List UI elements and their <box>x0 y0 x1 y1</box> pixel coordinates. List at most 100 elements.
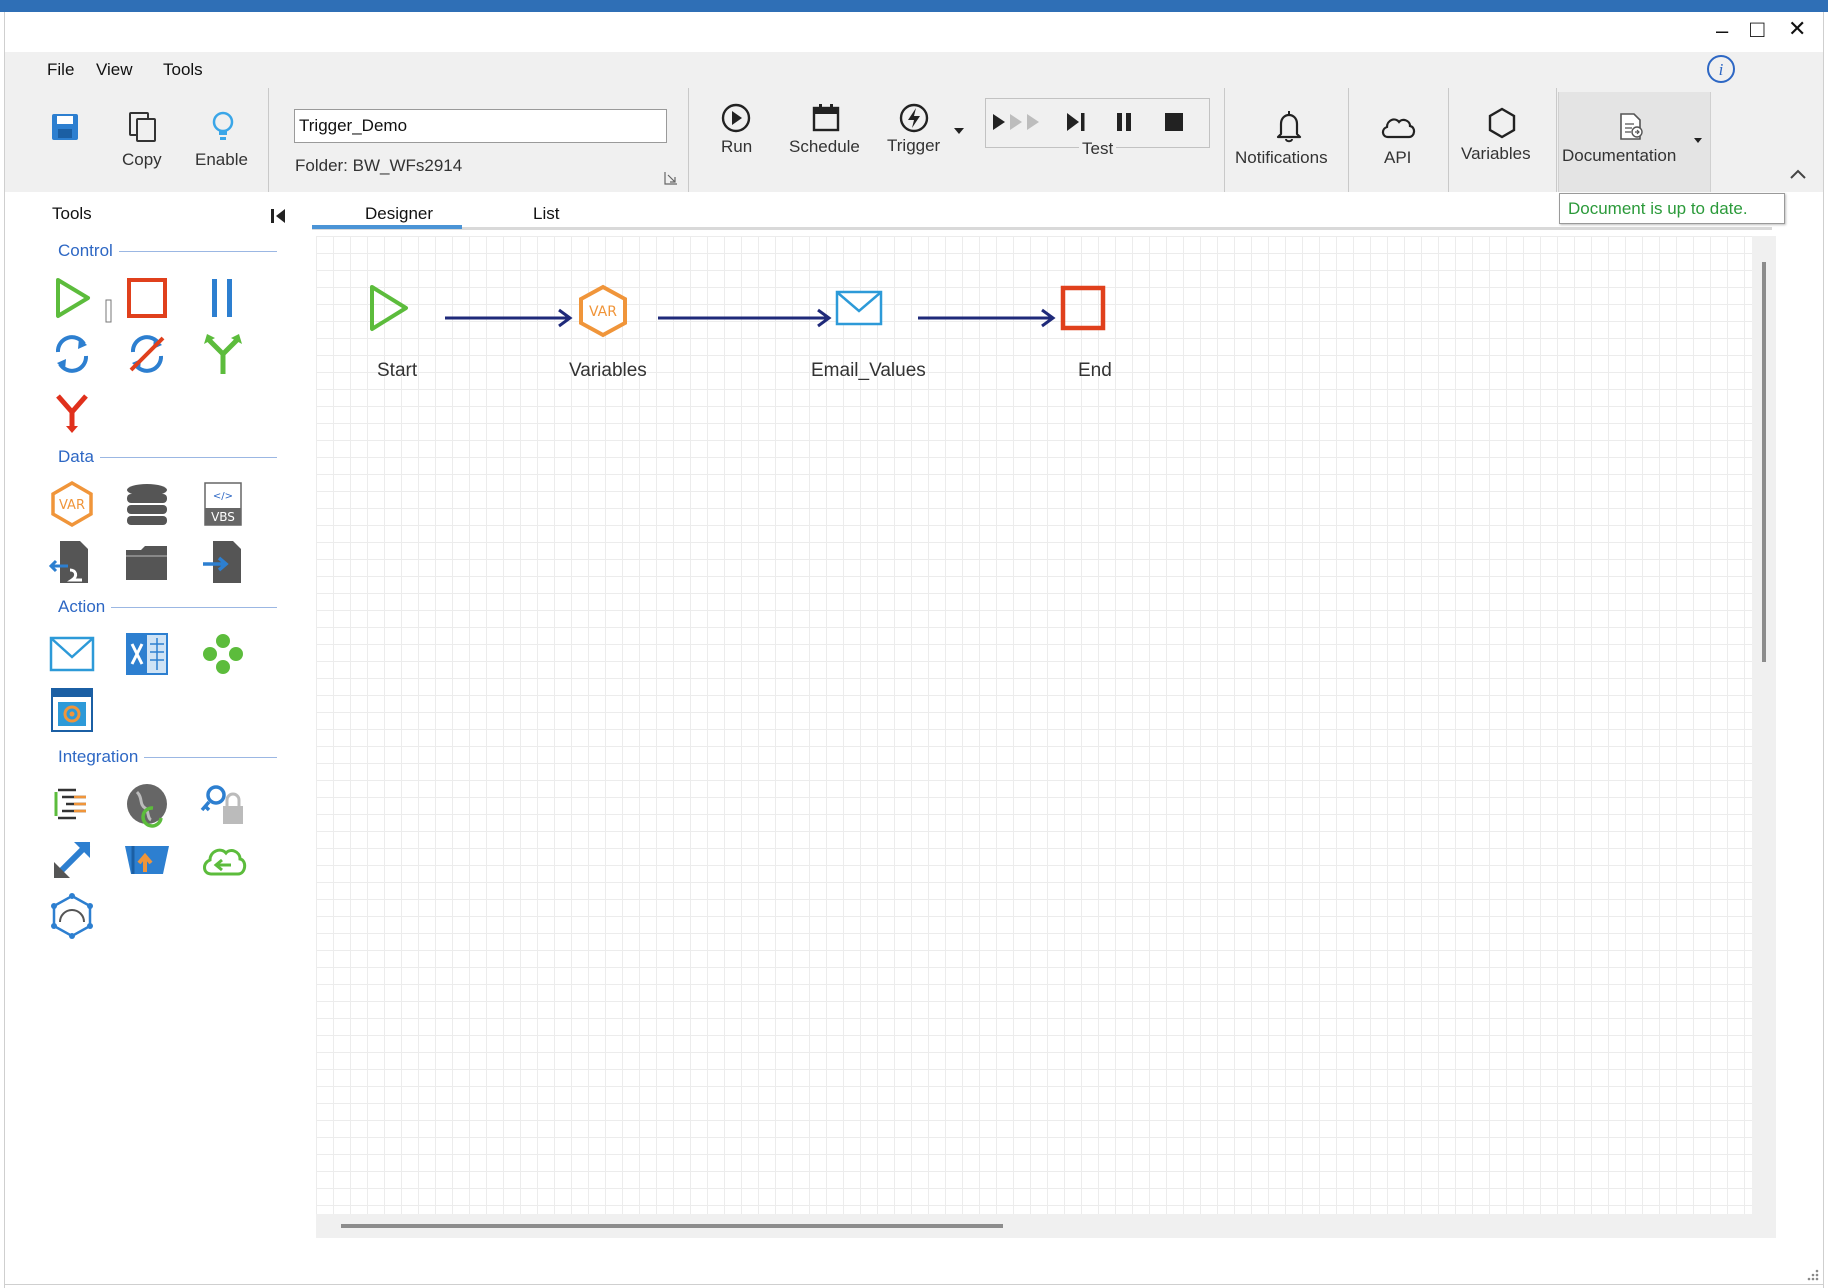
title-bar <box>0 0 1828 12</box>
notifications-button[interactable]: Notifications <box>1235 148 1328 168</box>
section-integration-label: Integration <box>58 747 145 767</box>
collapse-ribbon-icon[interactable] <box>1788 166 1808 182</box>
merge-tool-icon[interactable] <box>48 386 96 434</box>
minimize-button[interactable]: – <box>1716 18 1728 44</box>
folder-tool-icon[interactable] <box>123 538 171 586</box>
horizontal-scroll-thumb[interactable] <box>341 1224 1003 1228</box>
svg-text:VAR: VAR <box>589 304 617 320</box>
chevron-down-icon[interactable] <box>952 126 966 136</box>
chevron-down-icon[interactable] <box>1692 136 1704 146</box>
toolbar-separator <box>1556 88 1557 192</box>
lightning-icon[interactable] <box>898 102 930 134</box>
run-icon[interactable] <box>720 102 752 134</box>
loop-tool-icon[interactable] <box>48 330 96 378</box>
node-email-values-label: Email_Values <box>811 360 926 381</box>
copy-icon[interactable] <box>126 110 160 144</box>
run-button[interactable]: Run <box>721 137 752 157</box>
section-control-label: Control <box>58 241 119 261</box>
email-tool-icon[interactable] <box>48 630 96 678</box>
expand-corner-icon[interactable] <box>663 170 679 186</box>
branch-tool-icon[interactable] <box>199 330 247 378</box>
file-import-tool-icon[interactable] <box>199 538 247 586</box>
file-transform-tool-icon[interactable] <box>48 538 96 586</box>
text-parse-tool-icon[interactable] <box>48 780 96 828</box>
pause-icon[interactable] <box>1112 110 1136 134</box>
cloud-download-tool-icon[interactable] <box>199 836 247 884</box>
documentation-tooltip: Document is up to date. <box>1559 193 1785 224</box>
documentation-label: Documentation <box>1562 146 1677 165</box>
menu-view[interactable]: View <box>96 60 133 80</box>
variables-button[interactable]: Variables <box>1461 144 1531 164</box>
key-lock-tool-icon[interactable] <box>199 780 247 828</box>
maximize-button[interactable]: □ <box>1750 16 1765 44</box>
database-tool-icon[interactable] <box>123 480 171 528</box>
flow-arrow <box>445 308 573 328</box>
end-node-icon[interactable] <box>1058 283 1108 333</box>
size-grip-icon[interactable] <box>1804 1266 1820 1282</box>
hexagon-icon[interactable] <box>1486 106 1518 140</box>
menu-file[interactable]: File <box>47 60 74 80</box>
calendar-icon[interactable] <box>810 102 842 134</box>
variables-node-icon[interactable]: VAR <box>576 284 630 338</box>
flow-arrow <box>918 308 1056 328</box>
resize-grip-icon <box>105 299 112 323</box>
workflow-name-input[interactable]: Trigger_Demo <box>294 109 667 143</box>
node-end-label: End <box>1078 360 1112 381</box>
collapse-panel-icon[interactable] <box>268 206 288 226</box>
tab-designer[interactable]: Designer <box>365 204 433 224</box>
api-button[interactable]: API <box>1384 148 1411 168</box>
documentation-button[interactable] <box>1558 92 1711 192</box>
svg-text:VBS: VBS <box>211 510 235 524</box>
email-node-icon[interactable] <box>834 286 884 330</box>
document-icon[interactable] <box>1617 112 1645 142</box>
section-data-label: Data <box>58 447 100 467</box>
info-icon[interactable]: i <box>1705 53 1737 85</box>
section-action-label: Action <box>58 597 112 617</box>
connector-tool-icon[interactable] <box>199 630 247 678</box>
designer-canvas[interactable] <box>316 236 1775 1214</box>
stop-icon[interactable] <box>1162 110 1186 134</box>
menu-tools[interactable]: Tools <box>163 60 203 80</box>
start-node-icon[interactable] <box>364 282 412 334</box>
start-tool-icon[interactable] <box>48 274 96 322</box>
folder-label: Folder: BW_WFs2914 <box>295 156 463 175</box>
tab-list[interactable]: List <box>533 204 559 224</box>
lightbulb-icon[interactable] <box>208 110 238 144</box>
web-request-tool-icon[interactable] <box>123 780 171 828</box>
break-loop-tool-icon[interactable] <box>123 330 171 378</box>
vertical-scroll-thumb[interactable] <box>1762 262 1766 662</box>
node-start-label: Start <box>377 360 418 381</box>
vbs-script-tool-icon[interactable]: </> VBS <box>199 480 247 528</box>
end-tool-icon[interactable] <box>123 274 171 322</box>
step-icon[interactable] <box>1064 110 1088 134</box>
schedule-button[interactable]: Schedule <box>789 137 860 157</box>
excel-tool-icon[interactable] <box>123 630 171 678</box>
expand-resize-tool-icon[interactable] <box>48 836 96 884</box>
svg-text:</>: </> <box>213 491 233 502</box>
copy-button[interactable]: Copy <box>122 150 162 170</box>
app-settings-tool-icon[interactable] <box>48 686 96 734</box>
flow-arrow <box>658 308 832 328</box>
toolbar-separator <box>1448 88 1449 192</box>
svg-text:i: i <box>1719 60 1724 79</box>
var-tool-icon[interactable]: VAR <box>48 480 96 528</box>
enable-button[interactable]: Enable <box>195 150 248 170</box>
ftp-upload-tool-icon[interactable] <box>123 836 171 884</box>
run-all-icon[interactable] <box>990 110 1046 134</box>
tools-panel-title: Tools <box>52 204 92 223</box>
window-bottom-edge <box>5 1284 1823 1285</box>
bell-icon[interactable] <box>1275 110 1303 144</box>
save-icon[interactable] <box>50 112 80 142</box>
test-label: Test <box>1079 139 1117 159</box>
network-tool-icon[interactable] <box>48 892 96 940</box>
trigger-button[interactable]: Trigger <box>887 136 940 156</box>
tab-strip-rule <box>312 227 1772 230</box>
active-tab-indicator <box>312 225 462 229</box>
parallel-tool-icon[interactable] <box>199 274 247 322</box>
cloud-icon[interactable] <box>1378 112 1418 142</box>
svg-text:VAR: VAR <box>59 498 85 513</box>
node-variables-label: Variables <box>569 360 647 381</box>
close-button[interactable]: ✕ <box>1788 16 1806 42</box>
toolbar-separator <box>1224 88 1225 192</box>
toolbar-separator <box>688 88 689 192</box>
